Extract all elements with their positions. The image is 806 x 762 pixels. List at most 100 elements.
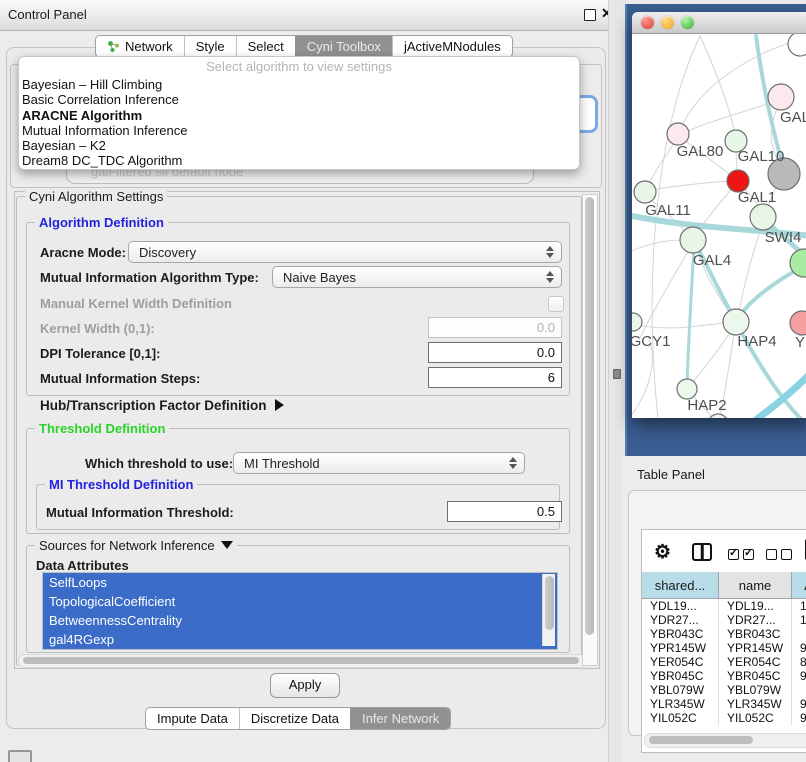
attribute-item[interactable]: SelfLoops — [43, 573, 557, 592]
algorithm-dropdown-list: Bayesian – Hill ClimbingBasic Correlatio… — [19, 77, 579, 169]
network-node[interactable] — [723, 309, 749, 335]
table-row[interactable]: YLR345WYLR345W9. — [642, 697, 806, 711]
table-row[interactable]: YBR043CYBR043C — [642, 627, 806, 641]
algorithm-option[interactable]: ARACNE Algorithm — [19, 108, 579, 123]
network-window-titlebar[interactable] — [632, 12, 806, 34]
network-node[interactable] — [667, 123, 689, 145]
aracne-mode-label: Aracne Mode: — [40, 245, 126, 260]
table-horizontal-scrollbar[interactable] — [644, 733, 806, 748]
algorithm-option[interactable]: Basic Correlation Inference — [19, 92, 579, 107]
table-row[interactable]: YDL19...YDL19...13 — [642, 599, 806, 613]
network-node[interactable] — [680, 227, 706, 253]
aracne-mode-combo[interactable]: Discovery — [128, 241, 562, 263]
cyni-algorithm-settings-title: Cyni Algorithm Settings — [25, 189, 167, 204]
tab-infer-network[interactable]: Infer Network — [350, 708, 450, 729]
node-label: GCY1 — [632, 333, 670, 350]
manual-kernel-checkbox[interactable] — [548, 296, 564, 312]
tab-impute-data[interactable]: Impute Data — [146, 708, 239, 729]
table-cell: YER054C — [642, 655, 719, 669]
settings-vertical-scrollbar[interactable] — [582, 194, 598, 666]
select-all-button[interactable]: ✓✓ — [728, 547, 758, 565]
data-attributes-list[interactable]: SelfLoopsTopologicalCoefficientBetweenne… — [42, 572, 558, 650]
minimized-panel-icon[interactable] — [8, 750, 32, 762]
mi-threshold-field[interactable]: 0.5 — [447, 501, 562, 522]
tab-jactivemnodules[interactable]: jActiveMNodules — [392, 36, 512, 57]
zoom-window-icon[interactable] — [681, 16, 694, 29]
network-node[interactable] — [750, 204, 776, 230]
tab-label: Infer Network — [362, 711, 439, 726]
network-node[interactable] — [768, 84, 794, 110]
which-threshold-value: MI Threshold — [244, 456, 320, 471]
minimize-window-icon[interactable] — [661, 16, 674, 29]
table-card: ⚙ ✓✓ shared...nameA YDL19...YDL19...13YD… — [628, 490, 806, 736]
tab-cyni-toolbox[interactable]: Cyni Toolbox — [295, 36, 392, 57]
node-label: GAL1 — [738, 189, 776, 206]
control-panel-titlebar: Control Panel ✕ — [0, 0, 613, 31]
tab-network[interactable]: Network — [96, 36, 184, 57]
spinner-arrows-icon — [546, 271, 554, 283]
attributes-vertical-scrollbar[interactable] — [542, 574, 555, 646]
threshold-definition-title: Threshold Definition — [35, 421, 169, 436]
split-view-button[interactable] — [692, 543, 712, 561]
spinner-arrows-icon — [546, 246, 554, 258]
table-cell: YDR27... — [642, 613, 719, 627]
splitter-grip-icon[interactable] — [613, 369, 621, 379]
kernel-width-value: 0.0 — [537, 320, 555, 335]
attribute-item[interactable]: TopologicalCoefficient — [43, 592, 557, 611]
network-node[interactable] — [632, 313, 642, 331]
algorithm-option[interactable]: Dream8 DC_TDC Algorithm — [19, 153, 579, 168]
network-node[interactable] — [788, 34, 806, 56]
table-cell — [792, 683, 806, 697]
checked-box-icon: ✓ — [728, 549, 739, 560]
tab-discretize-data[interactable]: Discretize Data — [239, 708, 350, 729]
mi-steps-value: 6 — [548, 370, 555, 385]
attribute-item[interactable]: gal4RGexp — [43, 630, 557, 649]
network-window[interactable]: GALGAL80GAL10GAL11GAL1SWI4GAL4GCY1HAP4YH… — [632, 12, 806, 418]
unchecked-box-icon — [766, 549, 777, 560]
table-cell: YLR345W — [719, 697, 792, 711]
deselect-all-button[interactable] — [766, 547, 796, 565]
network-node[interactable] — [634, 181, 656, 203]
dpi-tolerance-value: 0.0 — [537, 345, 555, 360]
network-edge — [748, 372, 806, 418]
table-row[interactable]: YIL052CYIL052C9 — [642, 711, 806, 725]
node-label: SWI4 — [765, 229, 802, 246]
table-row[interactable]: YDR27...YDR27...12 — [642, 613, 806, 627]
table-cell: YER054C — [719, 655, 792, 669]
sources-title[interactable]: Sources for Network Inference — [35, 538, 237, 553]
algorithm-option[interactable]: Mutual Information Inference — [19, 123, 579, 138]
attribute-item[interactable]: BetweennessCentrality — [43, 611, 557, 630]
algorithm-option[interactable]: Bayesian – Hill Climbing — [19, 77, 579, 92]
network-node[interactable] — [790, 311, 806, 335]
table-cell: 12 — [792, 613, 806, 627]
mi-algorithm-type-combo[interactable]: Naive Bayes — [272, 266, 562, 288]
network-node[interactable] — [677, 379, 697, 399]
table-cell: YBR043C — [642, 627, 719, 641]
dpi-tolerance-field[interactable]: 0.0 — [428, 342, 562, 363]
kernel-width-field[interactable]: 0.0 — [428, 317, 562, 338]
tab-style[interactable]: Style — [184, 36, 236, 57]
column-header[interactable]: shared... — [642, 572, 719, 598]
column-header[interactable]: name — [719, 572, 792, 598]
table-row[interactable]: YER054CYER054C8. — [642, 655, 806, 669]
which-threshold-combo[interactable]: MI Threshold — [233, 452, 525, 474]
table-row[interactable]: YPR145WYPR145W9. — [642, 641, 806, 655]
table-cell — [792, 627, 806, 641]
table-cell: YPR145W — [642, 641, 719, 655]
table-inner-card: ⚙ ✓✓ shared...nameA YDL19...YDL19...13YD… — [641, 529, 806, 753]
hub-section-toggle[interactable]: Hub/Transcription Factor Definition — [40, 398, 284, 413]
table-row[interactable]: YBR045CYBR045C9. — [642, 669, 806, 683]
table-gear-button[interactable]: ⚙ — [654, 541, 671, 564]
apply-button[interactable]: Apply — [270, 673, 340, 698]
tab-select[interactable]: Select — [236, 36, 295, 57]
close-window-icon[interactable] — [641, 16, 654, 29]
node-label: GAL80 — [677, 143, 724, 160]
float-panel-icon[interactable] — [584, 9, 596, 21]
algorithm-option[interactable]: Bayesian – K2 — [19, 138, 579, 153]
table-row[interactable]: YBL079WYBL079W — [642, 683, 806, 697]
column-header[interactable]: A — [792, 572, 806, 598]
mi-steps-field[interactable]: 6 — [428, 367, 562, 388]
settings-horizontal-scrollbar[interactable] — [18, 654, 586, 668]
tab-label: Cyni Toolbox — [307, 39, 381, 54]
network-canvas[interactable]: GALGAL80GAL10GAL11GAL1SWI4GAL4GCY1HAP4YH… — [632, 34, 806, 418]
